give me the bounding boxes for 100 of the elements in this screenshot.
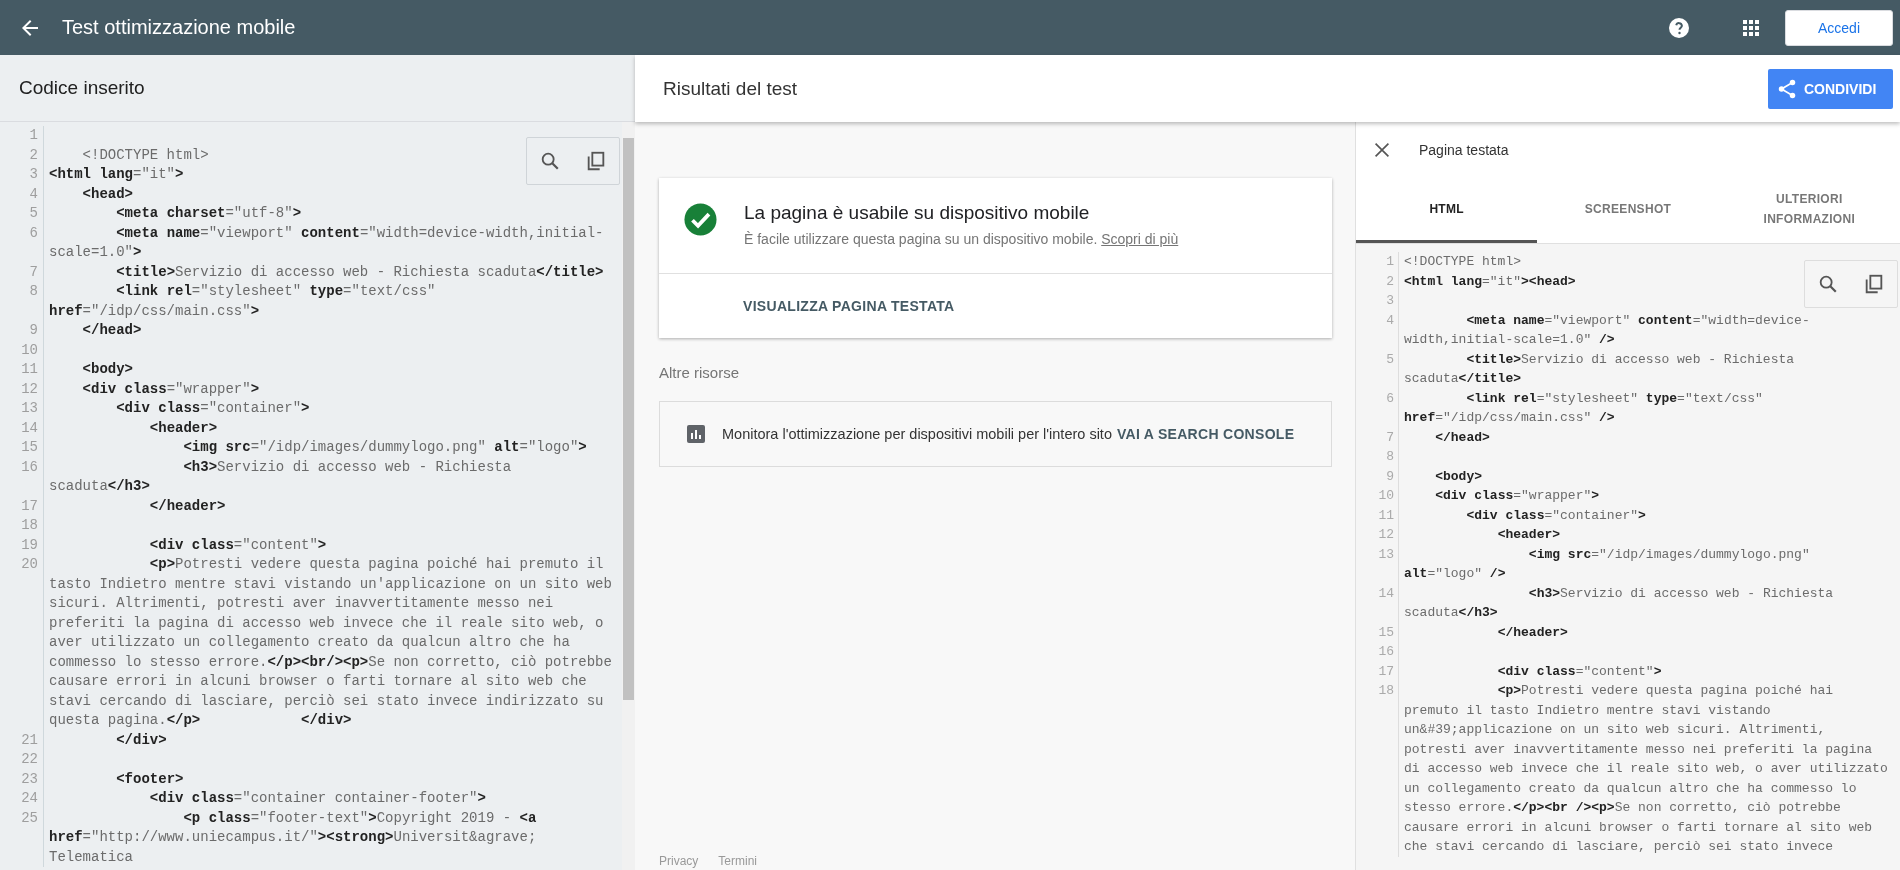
resource-text: Monitora l'ottimizzazione per dispositivi mobili per l'intero sito [722, 426, 1112, 442]
line-number: 1 [1356, 252, 1399, 272]
code-line: <body> [81, 360, 134, 379]
line-number: 25 [0, 808, 44, 867]
code-line: <link rel="stylesheet" type="text/css" href="/idp/css/main.css" /> [1404, 389, 1764, 427]
code-line: <header> [148, 418, 218, 438]
line-number: 16 [0, 457, 44, 497]
code-line: <h3>Servizio di accesso web - Richiesta scaduta</h3> [49, 457, 513, 496]
bar-chart-icon [687, 425, 705, 443]
line-number: 15 [0, 438, 44, 458]
code-line: <link rel="stylesheet" type="text/css" href="/idp/css/main.css"> [49, 282, 437, 321]
copy-icon[interactable] [1863, 273, 1885, 295]
line-number: 16 [1356, 642, 1399, 662]
code-line: <body> [1434, 467, 1483, 486]
login-button[interactable]: Accedi [1785, 9, 1893, 46]
line-number: 4 [0, 184, 44, 204]
line-number: 5 [0, 204, 44, 224]
help-icon[interactable] [1667, 15, 1691, 40]
line-number: 19 [0, 535, 44, 555]
line-number: 18 [0, 516, 44, 536]
scrollbar-thumb[interactable] [623, 138, 634, 700]
code-line: <div class="container container-footer"> [148, 789, 486, 808]
share-button[interactable]: CONDIVIDI [1768, 68, 1893, 109]
line-number: 14 [1356, 583, 1399, 623]
line-number: 8 [1356, 447, 1399, 467]
code-line: <img src="/idp/images/dummylogo.png" alt="logo"> [182, 438, 587, 457]
code-line: <!DOCTYPE html> [81, 145, 209, 165]
line-number: 3 [0, 165, 44, 185]
code-line: <div class="content"> [1496, 662, 1662, 681]
line-number: 2 [1356, 271, 1399, 291]
line-number: 12 [1356, 525, 1399, 545]
code-line: <img src="/idp/images/dummylogo.png" alt="logo" /> [1404, 545, 1811, 583]
line-number: 17 [1356, 661, 1399, 681]
line-number: 6 [0, 223, 44, 263]
line-number: 7 [1356, 427, 1399, 447]
footer-link[interactable]: Privacy [659, 854, 699, 868]
results-title: Risultati del test [663, 77, 799, 100]
share-icon [1776, 77, 1798, 100]
line-number: 23 [0, 769, 44, 789]
copy-icon[interactable] [585, 150, 607, 172]
line-number: 12 [0, 379, 44, 399]
search-icon[interactable] [539, 150, 561, 172]
line-number: 10 [1356, 486, 1399, 506]
code-line: <html lang="it"> [49, 165, 184, 184]
code-line: <html lang="it"><head> [1404, 272, 1576, 291]
code-line: </head> [81, 321, 142, 340]
code-line: <div class="container"> [1465, 506, 1646, 525]
result-description: È facile utilizzare questa pagina su un dispositivo mobile. [744, 231, 1098, 247]
line-number: 8 [0, 282, 44, 321]
code-line: </header> [1496, 623, 1568, 642]
line-number: 4 [1356, 310, 1399, 350]
code-line: </header> [148, 496, 226, 516]
panel-title: Pagina testata [1419, 141, 1509, 158]
code-line: </head> [1434, 428, 1490, 447]
line-number: 22 [0, 750, 44, 770]
line-number: 5 [1356, 349, 1399, 389]
line-number: 13 [0, 399, 44, 419]
result-title: La pagina è usabile su dispositivo mobile [744, 202, 1091, 224]
line-number: 14 [0, 418, 44, 438]
code-line: <div class="content"> [148, 535, 327, 555]
code-line: <meta name="viewport" content="width=device-width,initial-scale=1.0" /> [1404, 311, 1811, 349]
line-number: 9 [0, 321, 44, 341]
line-number: 13 [1356, 544, 1399, 584]
line-number: 20 [0, 555, 44, 731]
search-console-link[interactable]: VAI A SEARCH CONSOLE [1116, 426, 1295, 442]
code-line: <meta name="viewport" content="width=device-width,initial-scale=1.0"> [49, 223, 605, 262]
line-number: 11 [0, 360, 44, 380]
line-number: 18 [1356, 681, 1399, 857]
code-line: <footer> [115, 769, 184, 789]
panel-title: Codice inserito [19, 77, 145, 99]
app-title: Test ottimizzazione mobile [62, 16, 296, 39]
code-line: <div class="container"> [115, 399, 310, 418]
line-number: 6 [1356, 388, 1399, 428]
code-line: <title>Servizio di accesso web - Richiesta scaduta</title> [115, 262, 604, 282]
line-number: 2 [0, 145, 44, 165]
line-number: 21 [0, 730, 44, 750]
code-line: </div> [115, 730, 167, 750]
line-number: 1 [0, 126, 44, 146]
line-number: 24 [0, 789, 44, 809]
line-number: 11 [1356, 505, 1399, 525]
code-line: <h3>Servizio di accesso web - Richiesta scaduta</h3> [1404, 584, 1835, 622]
code-line: <header> [1496, 526, 1561, 544]
code-line: <p>Potresti vedere questa pagina poiché hai premuto il tasto Indietro mentre stavi vistando un'applicazione on un sito web sicuri. Altrimenti, potresti aver inavvertitamente messo nei preferiti la pagina di accesso web invece che il reale sito web, o aver utilizzato un collegamento creato da qualcun altro che ha commesso lo stesso errore.</p><br/><p>Se non corretto, ciò potrebbe causare errori in alcuni browser o farti tornare al sito web che stavi cercando di lasciare, perciò sei stato invece indirizzato su questa pagina.</p> </div> [49, 555, 613, 730]
view-tested-page-button[interactable]: VISUALIZZA PAGINA TESTATA [737, 294, 961, 318]
line-number: 3 [1356, 291, 1399, 311]
code-line: <p class="footer-text">Copyright 2019 - <a href="http://www.uniecampus.it/"><strong>Universit&agrave; Telematica [49, 808, 538, 867]
line-number: 10 [0, 340, 44, 360]
line-number: 7 [0, 262, 44, 282]
tab[interactable]: ULTERIORI INFORMAZIONI [1718, 177, 1900, 243]
code-line: <div class="wrapper"> [81, 379, 260, 399]
code-line: <head> [81, 184, 134, 204]
line-number: 15 [1356, 622, 1399, 642]
code-line: <!DOCTYPE html> [1404, 253, 1522, 271]
line-number: 17 [0, 496, 44, 516]
search-icon[interactable] [1817, 273, 1839, 295]
footer-link[interactable]: Termini [718, 854, 757, 868]
tab[interactable]: SCREENSHOT [1537, 177, 1719, 243]
section-heading: Altre risorse [659, 364, 741, 381]
learn-more-link[interactable]: Scopri di più [1101, 231, 1179, 247]
scrollbar[interactable] [622, 122, 635, 870]
